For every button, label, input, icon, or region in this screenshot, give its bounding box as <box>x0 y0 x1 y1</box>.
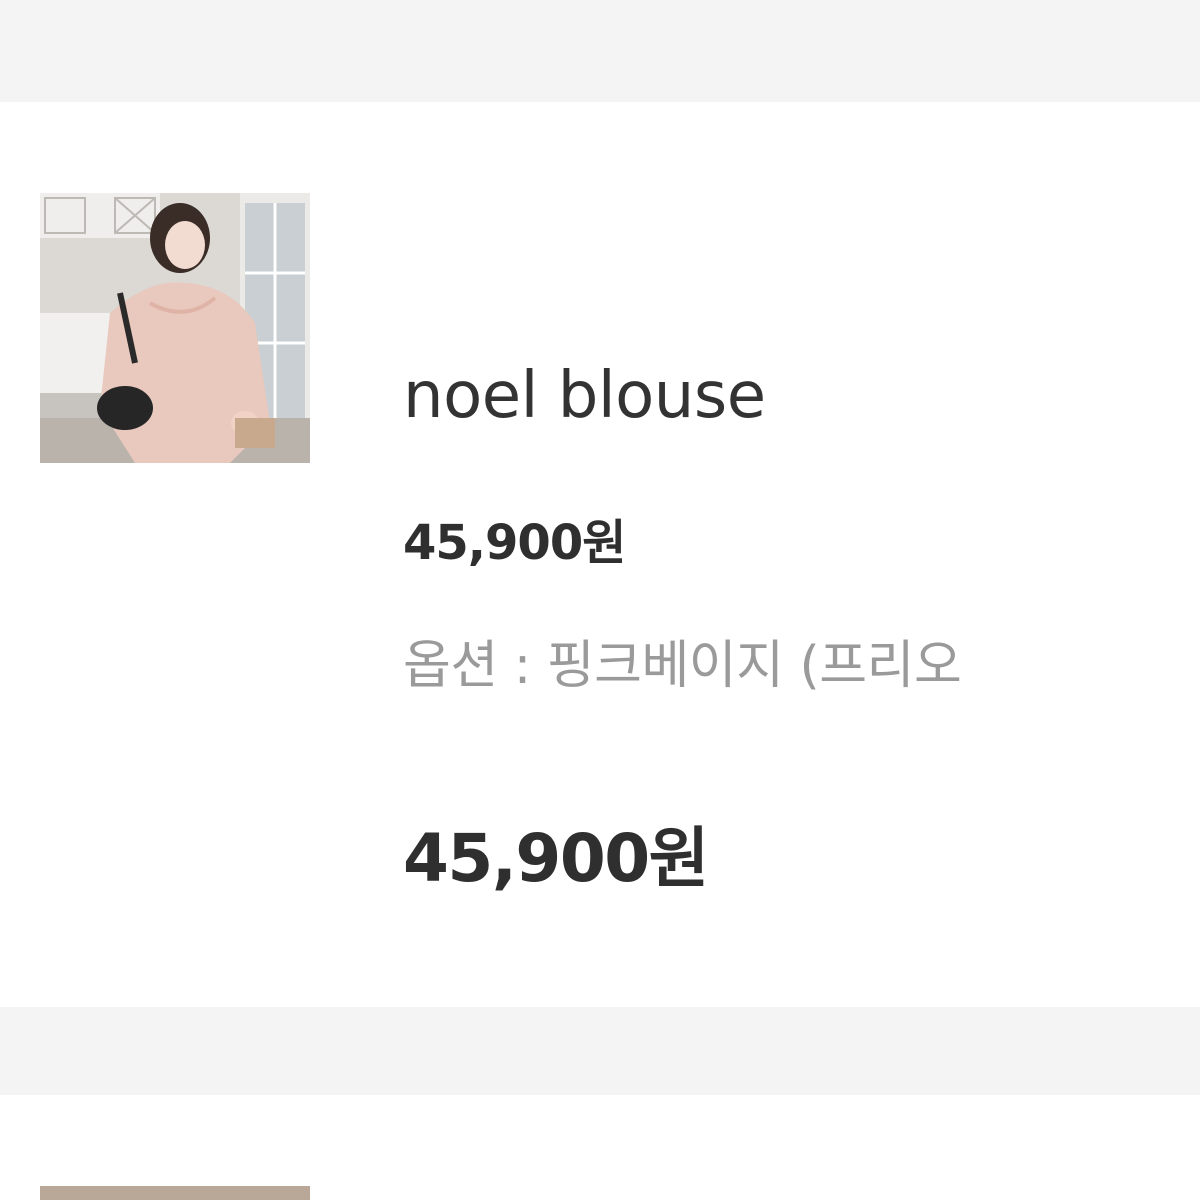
product-photo <box>40 193 310 463</box>
total-price: 45,900원 <box>403 820 709 897</box>
next-product-thumbnail[interactable] <box>40 1186 310 1200</box>
product-name[interactable]: noel blouse <box>403 364 766 428</box>
product-thumbnail[interactable] <box>40 193 310 463</box>
item-separator <box>0 1007 1200 1095</box>
top-separator <box>0 0 1200 102</box>
option-text: 옵션 : 핑크베이지 (프리오 <box>403 636 962 696</box>
unit-price: 45,900원 <box>403 515 626 571</box>
